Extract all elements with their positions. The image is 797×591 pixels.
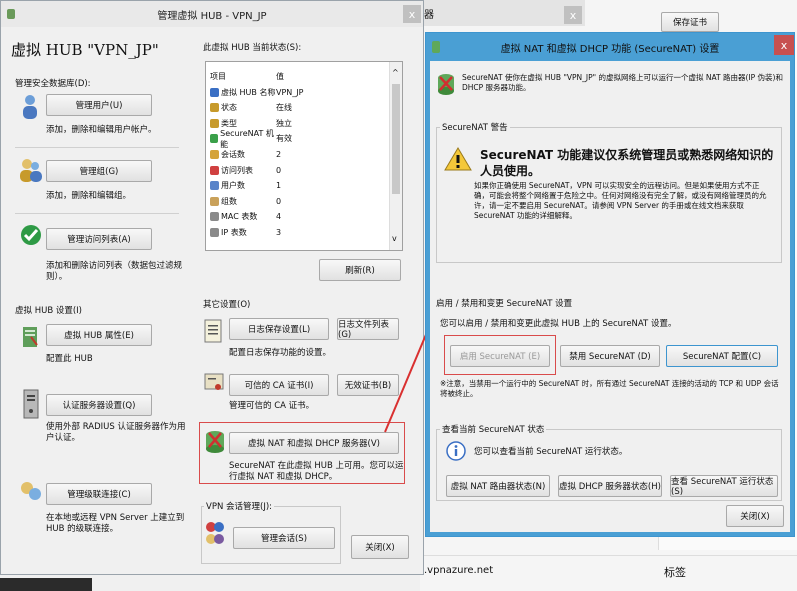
disable-securenat-button[interactable]: 禁用 SecureNAT (D) [560, 345, 660, 367]
enable-group-label: 启用 / 禁用和变更 SecureNAT 设置 [436, 299, 573, 309]
warning-headline: SecureNAT 功能建议仅系统管理员或熟悉网络知识的人员使用。 [480, 148, 774, 178]
securenat-window-title: 虚拟 NAT 和虚拟 DHCP 功能 (SecureNAT) 设置 [500, 43, 720, 55]
warning-body: 如果你正确使用 SecureNAT，VPN 可以实现安全的远程访问。但是如果使用… [474, 181, 767, 220]
securenat-app-icon [432, 41, 440, 53]
status-view-desc: 您可以查看当前 SecureNAT 运行状态。 [474, 447, 628, 457]
disable-note: ※注意，当禁用一个运行中的 SecureNAT 时，所有通过 SecureNAT… [440, 379, 779, 398]
securenat-close-icon[interactable]: x [774, 35, 794, 55]
status-view-group-label: 查看当前 SecureNAT 状态 [440, 423, 547, 435]
securenat-status-button[interactable]: 查看 SecureNAT 运行状态(S) [670, 475, 778, 497]
securenat-config-button[interactable]: SecureNAT 配置(C) [666, 345, 778, 367]
intro-securenat-icon [436, 73, 456, 97]
dhcp-server-status-button[interactable]: 虚拟 DHCP 服务器状态(H) [558, 475, 662, 497]
intro-text: SecureNAT 使你在虚拟 HUB "VPN_JP" 的虚拟网络上可以运行一… [462, 73, 783, 92]
info-icon [446, 441, 466, 461]
securenat-titlebar: 虚拟 NAT 和虚拟 DHCP 功能 (SecureNAT) 设置 [426, 33, 794, 61]
nat-router-status-button[interactable]: 虚拟 NAT 路由器状态(N) [446, 475, 550, 497]
securenat-close-button[interactable]: 关闭(X) [726, 505, 784, 527]
warning-icon [444, 147, 472, 171]
securenat-body: SecureNAT 使你在虚拟 HUB "VPN_JP" 的虚拟网络上可以运行一… [430, 61, 790, 532]
enable-highlight-box [444, 335, 556, 375]
enable-desc: 您可以启用 / 禁用和变更此虚拟 HUB 上的 SecureNAT 设置。 [440, 319, 677, 329]
securenat-settings-window: 虚拟 NAT 和虚拟 DHCP 功能 (SecureNAT) 设置 x Secu… [425, 32, 795, 537]
warning-group-label: SecureNAT 警告 [440, 121, 510, 133]
